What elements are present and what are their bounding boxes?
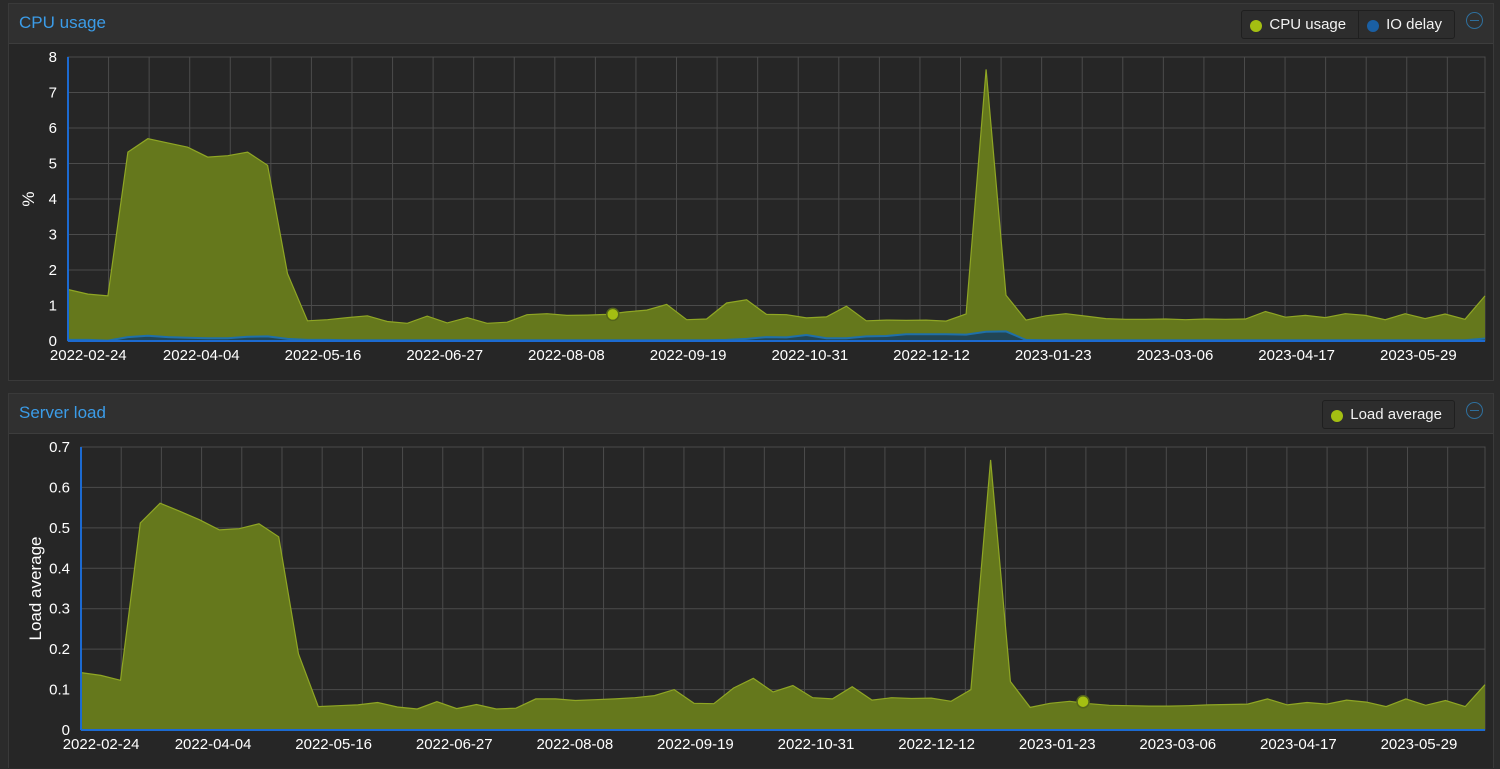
x-tick-label: 2023-04-17: [1260, 736, 1337, 753]
x-tick-label: 2023-03-06: [1137, 347, 1214, 364]
x-tick-label: 2022-02-24: [50, 347, 127, 364]
x-tick-label: 2022-12-12: [893, 347, 970, 364]
x-tick-label: 2023-01-23: [1015, 347, 1092, 364]
y-tick-label: 1: [49, 298, 57, 315]
y-tick-label: 7: [49, 85, 57, 102]
y-tick-label: 6: [49, 120, 57, 137]
x-tick-label: 2022-09-19: [657, 736, 734, 753]
y-tick-label: 0.3: [49, 601, 70, 618]
legend-item-load-average[interactable]: Load average: [1323, 401, 1454, 428]
x-tick-label: 2022-05-16: [295, 736, 372, 753]
y-tick-label: 2: [49, 262, 57, 279]
load-panel-header: Server load Load average: [9, 394, 1493, 434]
x-tick-label: 2022-08-08: [536, 736, 613, 753]
x-tick-label: 2022-02-24: [63, 736, 140, 753]
y-tick-label: 8: [49, 49, 57, 66]
y-axis-title: %: [19, 191, 38, 206]
server-load-chart: 00.10.20.30.40.50.60.72022-02-24 2022-04-…: [26, 439, 1486, 753]
y-tick-label: 0.4: [49, 560, 70, 577]
legend-label-io-delay: IO delay: [1386, 16, 1442, 33]
server-load-panel: Server load Load average 0 0.1 0.2 0.3 0.4 0.…: [8, 393, 1494, 768]
load-collapse-icon[interactable]: [1466, 402, 1483, 419]
legend-item-io-delay[interactable]: IO delay: [1359, 11, 1454, 38]
x-tick-label: 2022-04-04: [175, 736, 252, 753]
x-tick-label: 2023-05-29: [1380, 347, 1457, 364]
x-tick-label: 2022-06-27: [406, 347, 483, 364]
x-tick-label: 2022-04-04: [163, 347, 240, 364]
y-tick-label: 0.5: [49, 520, 70, 537]
legend-label-cpu-usage: CPU usage: [1269, 16, 1347, 33]
x-tick-label: 2022-08-08: [528, 347, 605, 364]
x-tick-label: 2022-06-27: [416, 736, 493, 753]
x-tick-label: 2023-04-17: [1258, 347, 1335, 364]
y-tick-label: 0.7: [49, 439, 70, 456]
x-tick-label: 2022-05-16: [285, 347, 362, 364]
cpu-panel-header: CPU usage CPU usage IO delay: [9, 4, 1493, 44]
y-tick-label: 5: [49, 156, 57, 173]
cpu-legend: CPU usage IO delay: [1241, 10, 1455, 39]
io-delay-legend-dot-icon: [1367, 19, 1380, 32]
legend-label-load-average: Load average: [1350, 406, 1442, 423]
y-tick-label: 0.1: [49, 682, 70, 699]
cpu-usage-panel: CPU usage CPU usage IO delay 0 1 2 3 4 5 6 7 8 20…: [8, 3, 1494, 381]
load-legend: Load average: [1322, 400, 1455, 429]
x-tick-label: 2023-03-06: [1139, 736, 1216, 753]
cpu-usage-chart: 0123456782022-02-24 2022-04-04 2022-05-16 2…: [19, 49, 1486, 364]
y-tick-label: 3: [49, 227, 57, 244]
hover-marker[interactable]: [606, 307, 620, 322]
cpu-usage-legend-dot-icon: [1250, 19, 1263, 32]
load-panel-title: Server load: [19, 403, 106, 422]
x-tick-label: 2022-12-12: [898, 736, 975, 753]
y-tick-label: 4: [49, 191, 57, 208]
x-tick-label: 2022-09-19: [650, 347, 727, 364]
legend-item-cpu-usage[interactable]: CPU usage: [1242, 11, 1360, 38]
x-tick-label: 2023-05-29: [1381, 736, 1458, 753]
load-average-legend-dot-icon: [1331, 409, 1344, 422]
x-tick-label: 2022-10-31: [771, 347, 848, 364]
x-tick-label: 2022-10-31: [778, 736, 855, 753]
cpu-panel-title: CPU usage: [19, 13, 106, 32]
cpu-collapse-icon[interactable]: [1466, 12, 1483, 29]
y-tick-label: 0.6: [49, 479, 70, 496]
x-tick-label: 2023-01-23: [1019, 736, 1096, 753]
y-tick-label: 0.2: [49, 641, 70, 658]
y-axis-title: Load average: [26, 537, 45, 641]
hover-marker[interactable]: [1076, 694, 1090, 709]
